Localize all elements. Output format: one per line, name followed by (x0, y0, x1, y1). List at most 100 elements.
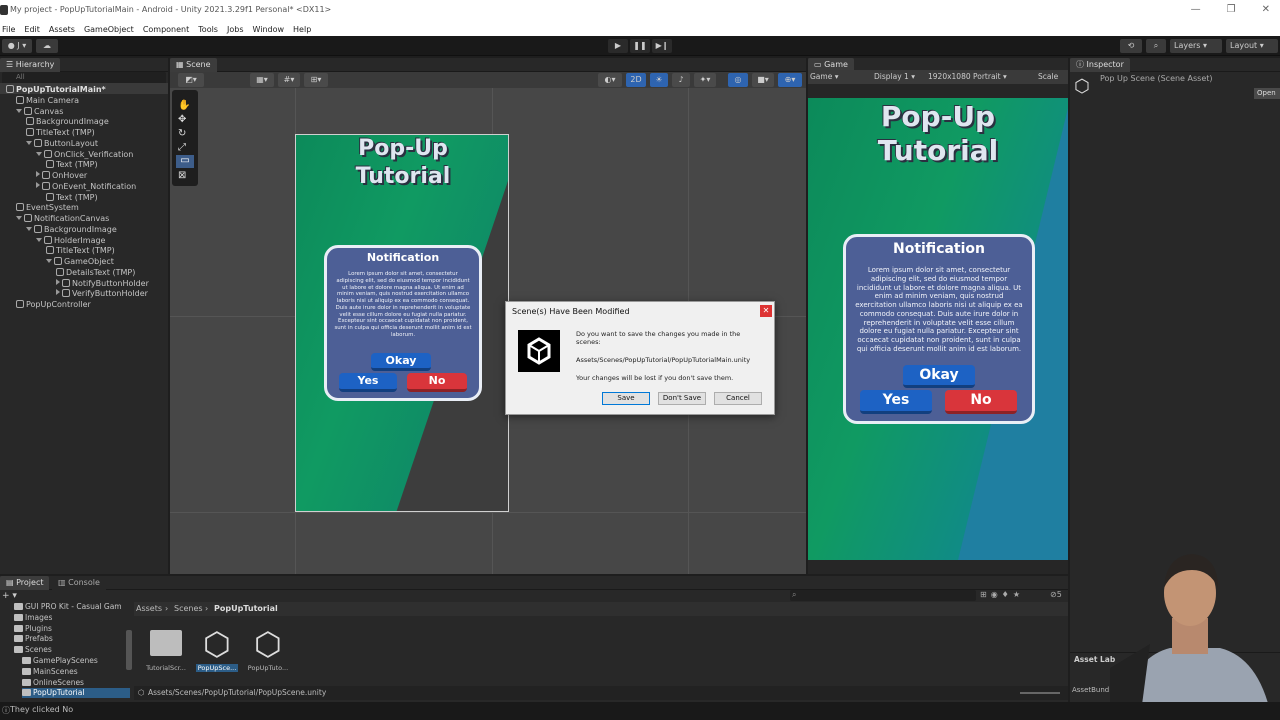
hand-tool-icon[interactable]: ✋ (178, 100, 190, 111)
menu-tools[interactable]: Tools (198, 25, 218, 34)
breadcrumb-scenes[interactable]: Scenes (174, 604, 203, 613)
display-dropdown[interactable]: Display 1 ▾ (874, 72, 915, 81)
hierarchy-item[interactable]: OnClick_Verification (36, 149, 133, 160)
tab-scene[interactable]: ▦ Scene (170, 58, 217, 72)
game-no-button[interactable]: No (945, 390, 1017, 414)
project-folder-item[interactable]: Plugins (14, 624, 52, 634)
rotate-tool-icon[interactable]: ↻ (178, 128, 186, 139)
save-button[interactable]: Save (602, 392, 650, 405)
layout-dropdown[interactable]: Layout ▾ (1226, 39, 1278, 53)
create-plus-icon[interactable]: + ▾ (2, 591, 17, 601)
camera-icon[interactable]: ■▾ (752, 73, 774, 87)
project-folder-item[interactable]: Scenes (14, 645, 52, 655)
effects-icon[interactable]: ✦▾ (694, 73, 716, 87)
hierarchy-item[interactable]: Text (TMP) (46, 159, 98, 170)
hierarchy-item[interactable]: PopUpTutorialMain* (6, 84, 106, 95)
hierarchy-item[interactable]: NotifyButtonHolder (56, 278, 149, 289)
menu-jobs[interactable]: Jobs (227, 25, 244, 34)
account-button[interactable]: ● J ▾ (2, 39, 32, 53)
menu-gameobject[interactable]: GameObject (84, 25, 134, 34)
hierarchy-item[interactable]: BackgroundImage (26, 116, 109, 127)
tab-console[interactable]: ▥ Console (52, 576, 106, 590)
collapse-arrow-icon[interactable] (16, 216, 22, 220)
game-canvas[interactable]: Pop-Up Tutorial Notification Lorem ipsum… (808, 98, 1068, 560)
collapse-arrow-icon[interactable] (36, 237, 42, 242)
menu-component[interactable]: Component (143, 25, 189, 34)
project-folder-item[interactable]: MainScenes (22, 667, 78, 677)
move-tool-icon[interactable]: ✥ (178, 114, 186, 125)
asset-popuptutorialmain[interactable]: ⬡ PopUpTuto... (243, 626, 293, 672)
search-icon[interactable]: ⌕ (1146, 39, 1166, 53)
collapse-arrow-icon[interactable] (16, 108, 22, 113)
status-message[interactable]: They clicked No (10, 705, 73, 714)
menu-assets[interactable]: Assets (49, 25, 75, 34)
move-tool-icon[interactable]: ▦▾ (250, 73, 274, 87)
scale-slider[interactable]: Scale (1038, 72, 1058, 81)
pause-button[interactable]: ❚❚ (630, 39, 650, 53)
hierarchy-item[interactable]: GameObject (46, 256, 114, 267)
hierarchy-item[interactable]: Text (TMP) (46, 192, 98, 203)
hierarchy-item[interactable]: OnHover (36, 170, 87, 181)
hidden-packages-count[interactable]: ⊘5 (1050, 590, 1062, 599)
hierarchy-item[interactable]: PopUpController (16, 299, 91, 310)
resolution-dropdown[interactable]: 1920x1080 Portrait ▾ (928, 72, 1007, 81)
visibility-icon[interactable]: ◎ (728, 73, 748, 87)
rect-tool-icon[interactable]: ▭ (176, 155, 194, 168)
play-button[interactable]: ▶ (608, 39, 628, 53)
asset-popupscene[interactable]: ⬡ PopUpSce... (192, 626, 242, 674)
tab-inspector[interactable]: ⓘ Inspector (1070, 58, 1130, 72)
hierarchy-item[interactable]: BackgroundImage (26, 224, 117, 235)
gizmos-icon[interactable]: ⊕▾ (778, 73, 802, 87)
icon-size-slider[interactable] (1020, 692, 1060, 694)
expand-arrow-icon[interactable] (56, 278, 60, 285)
collapse-arrow-icon[interactable] (26, 140, 32, 145)
layers-dropdown[interactable]: Layers ▾ (1170, 39, 1222, 53)
hierarchy-item[interactable]: EventSystem (16, 202, 79, 213)
project-folder-item[interactable]: Images (14, 613, 52, 623)
hierarchy-item[interactable]: NotificationCanvas (16, 213, 109, 224)
hierarchy-item[interactable]: Main Camera (16, 95, 79, 106)
cloud-icon[interactable]: ☁ (36, 39, 58, 53)
expand-arrow-icon[interactable] (36, 181, 40, 188)
grid-icon[interactable]: #▾ (278, 73, 300, 87)
expand-arrow-icon[interactable] (56, 289, 60, 296)
mode-2d-button[interactable]: 2D (626, 73, 646, 87)
menu-window[interactable]: Window (252, 25, 284, 34)
hierarchy-item[interactable]: TitleText (TMP) (26, 127, 95, 138)
transform-tool-icon[interactable]: ⊠ (178, 170, 186, 181)
tab-project[interactable]: ▤ Project (0, 576, 50, 590)
project-folder-item[interactable]: PopUpTutorial (22, 688, 130, 699)
tree-scrollbar[interactable] (126, 630, 132, 670)
shading-icon[interactable]: ◐▾ (598, 73, 622, 87)
snap-icon[interactable]: ⊞▾ (304, 73, 328, 87)
scale-tool-icon[interactable]: ⤢ (178, 142, 186, 153)
game-okay-button[interactable]: Okay (903, 365, 975, 388)
game-yes-button[interactable]: Yes (860, 390, 932, 414)
tab-hierarchy[interactable]: ☰ Hierarchy (0, 58, 61, 72)
collapse-arrow-icon[interactable] (26, 226, 32, 231)
hierarchy-item[interactable]: Canvas (16, 106, 63, 117)
collapse-arrow-icon[interactable] (46, 259, 52, 263)
project-folder-item[interactable]: GUI PRO Kit - Casual Gam (14, 602, 122, 612)
lighting-icon[interactable]: ☀ (650, 73, 668, 87)
maximize-button[interactable]: ❐ (1227, 4, 1236, 15)
step-button[interactable]: ▶❙ (652, 39, 672, 53)
hierarchy-item[interactable]: HolderImage (36, 235, 105, 246)
hierarchy-item[interactable]: VerifyButtonHolder (56, 288, 148, 299)
breadcrumb-popuptutorial[interactable]: PopUpTutorial (214, 604, 278, 613)
open-button[interactable]: Open (1254, 88, 1280, 99)
audio-icon[interactable]: ♪ (672, 73, 690, 87)
menu-edit[interactable]: Edit (24, 25, 40, 34)
dont-save-button[interactable]: Don't Save (658, 392, 706, 405)
dialog-close-button[interactable]: ✕ (760, 305, 772, 317)
menu-help[interactable]: Help (293, 25, 311, 34)
collapse-arrow-icon[interactable] (36, 151, 42, 156)
hierarchy-item[interactable]: ButtonLayout (26, 138, 98, 149)
hierarchy-item[interactable]: TitleText (TMP) (46, 245, 115, 256)
history-icon[interactable]: ⟲ (1120, 39, 1142, 53)
breadcrumb-assets[interactable]: Assets (136, 604, 162, 613)
project-folder-item[interactable]: Prefabs (14, 634, 53, 644)
cancel-button[interactable]: Cancel (714, 392, 762, 405)
minimize-button[interactable]: — (1191, 4, 1201, 15)
hierarchy-item[interactable]: DetailsText (TMP) (56, 267, 135, 278)
